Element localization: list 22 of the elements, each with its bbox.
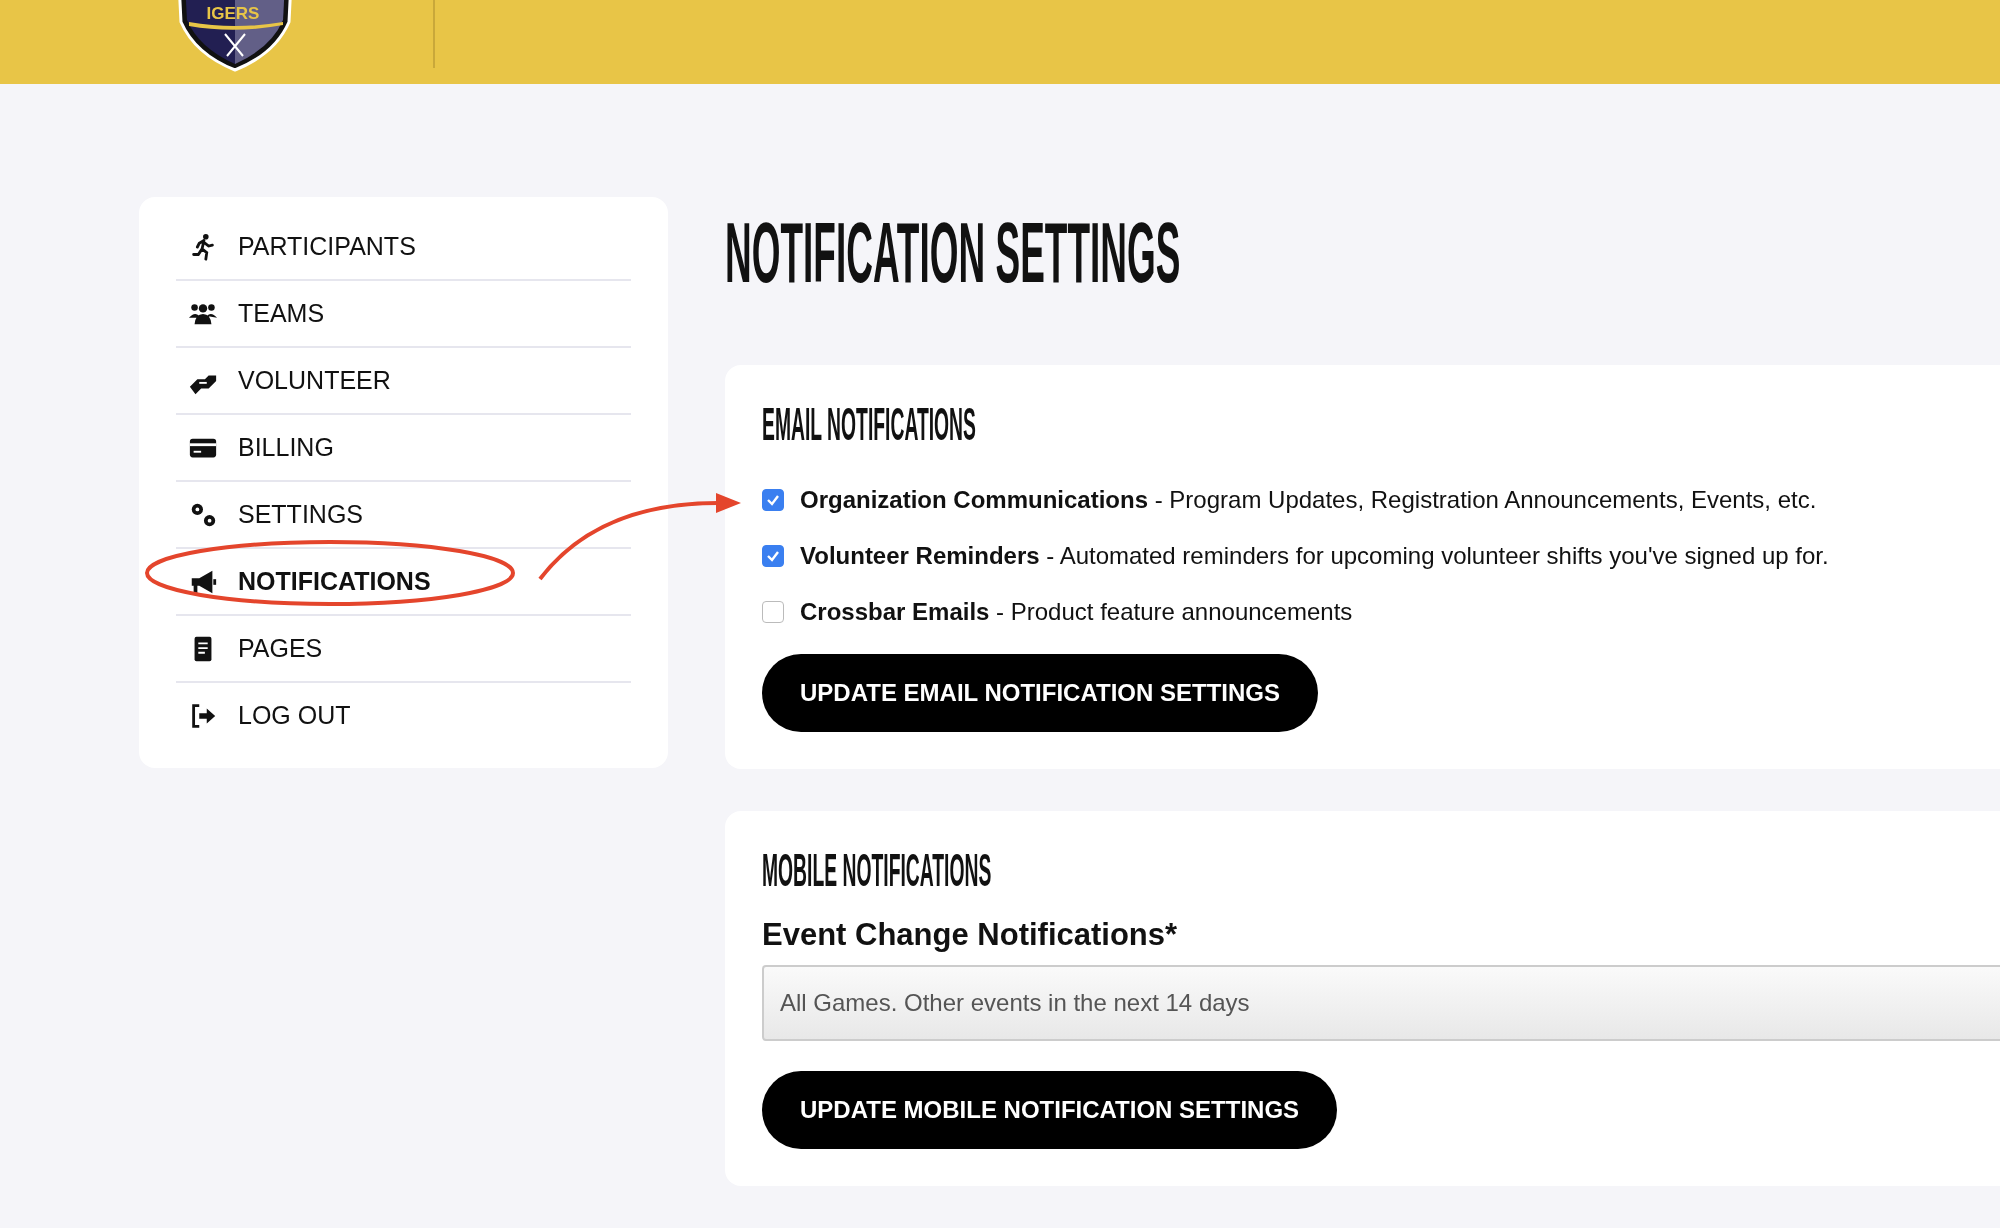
sidebar-item[interactable]: BILLING — [176, 415, 631, 482]
sidebar-item[interactable]: LOG OUT — [176, 683, 631, 748]
update-mobile-button[interactable]: UPDATE MOBILE NOTIFICATION SETTINGS — [762, 1071, 1338, 1150]
sidebar-item[interactable]: PARTICIPANTS — [176, 214, 631, 281]
option-label: Volunteer Reminders - Automated reminders for upcoming volunteer shifts you've signed up for. — [800, 541, 1829, 570]
sidebar-item[interactable]: TEAMS — [176, 281, 631, 348]
checkbox[interactable] — [762, 600, 784, 623]
option-label: Crossbar Emails - Product feature announcements — [800, 597, 1353, 626]
dropdown-field[interactable]: All Games. Other events in the next 14 days — [762, 965, 2000, 1042]
sidebar-item[interactable]: PAGES — [176, 616, 631, 683]
section-heading: MOBILE NOTIFICATIONS — [762, 844, 992, 896]
checkbox[interactable] — [762, 488, 784, 511]
option-label: Organization Communications - Program Updates, Registration Announcements, Events, etc. — [800, 485, 1817, 514]
team-logo[interactable]: IGERS — [175, 0, 295, 72]
page-title: NOTIFICATION SETTINGS — [725, 209, 1181, 302]
sidebar-item[interactable]: VOLUNTEER — [176, 348, 631, 415]
checkbox[interactable] — [762, 544, 784, 567]
field-label: Event Change Notifications* — [762, 917, 1178, 954]
sidebar-item[interactable]: SETTINGS — [176, 482, 631, 549]
section-heading: EMAIL NOTIFICATIONS — [762, 399, 976, 450]
update-email-button[interactable]: UPDATE EMAIL NOTIFICATION SETTINGS — [762, 653, 1318, 732]
sidebar-item[interactable]: NOTIFICATIONS — [176, 549, 631, 616]
